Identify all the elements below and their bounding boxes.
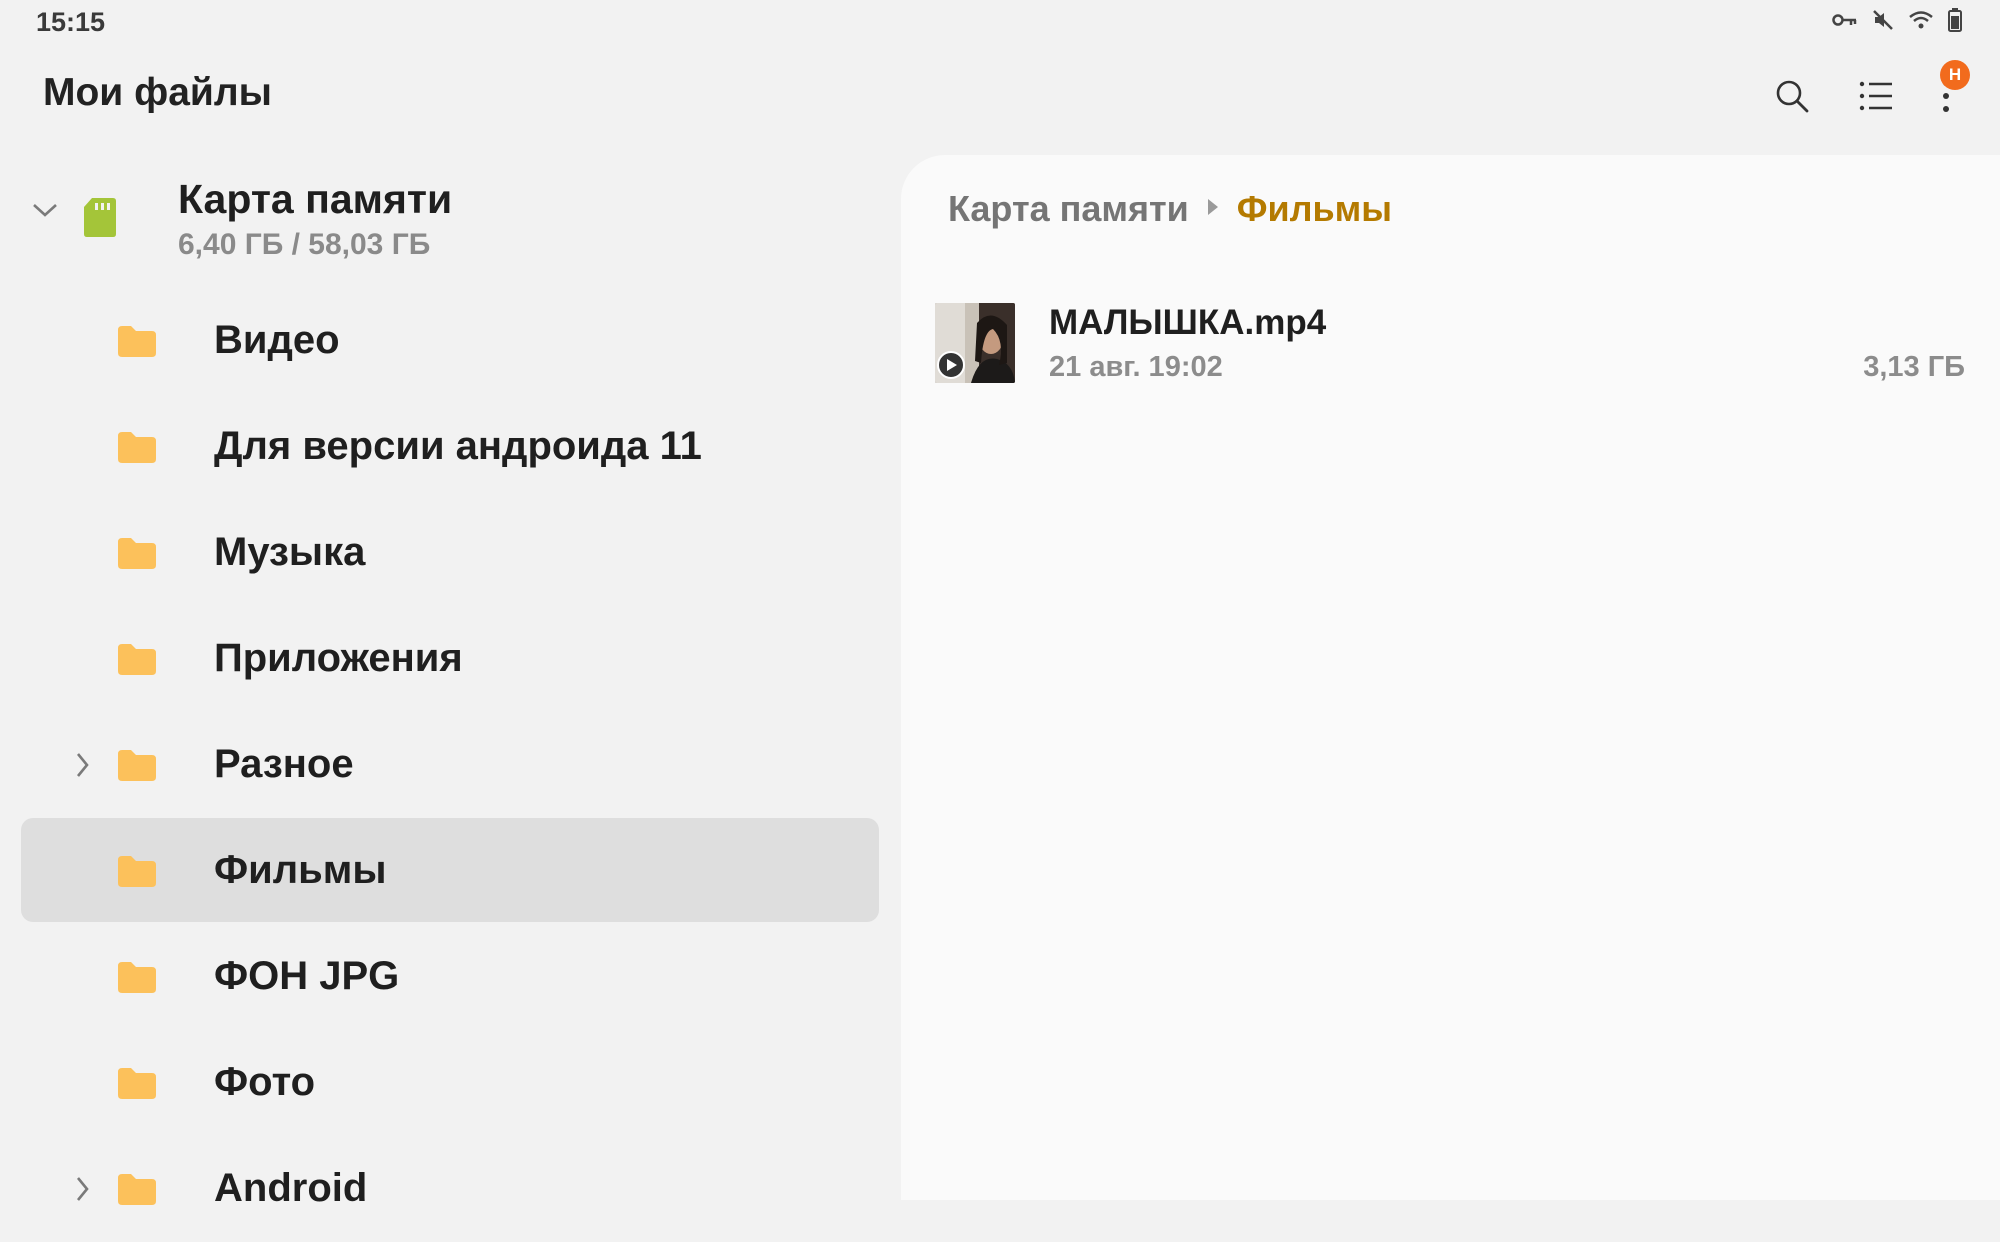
folder-item-films[interactable]: Фильмы [0,818,900,924]
breadcrumb-item-storage[interactable]: Карта памяти [948,188,1189,230]
folder-list: Видео Для версии андроида 11 Музыка Прил… [0,288,900,1242]
folder-item-android[interactable]: Android [0,1136,900,1242]
storage-usage: 6,40 ГБ / 58,03 ГБ [178,228,431,261]
breadcrumb-arrow-icon [1205,197,1221,222]
app-title: Мои файлы [43,71,272,114]
play-icon [937,351,965,383]
breadcrumb-item-films[interactable]: Фильмы [1237,188,1392,230]
folder-label: Фото [214,1060,316,1104]
file-size: 3,13 ГБ [1863,351,1965,383]
mute-icon [1872,9,1894,31]
battery-icon [1948,8,1962,32]
storage-header[interactable]: Карта памяти 6,40 ГБ / 58,03 ГБ [0,156,900,286]
app-bar: Мои файлы [0,56,2000,156]
folder-item-music[interactable]: Музыка [0,500,900,606]
folder-item-background-jpg[interactable]: ФОН JPG [0,924,900,1030]
list-view-button[interactable] [1844,66,1908,130]
folder-icon [116,430,158,469]
folder-icon [116,536,158,575]
sd-card-icon [82,196,118,243]
folder-label: Android [214,1166,368,1210]
system-icons [1832,8,1962,32]
folder-label: Приложения [214,636,463,680]
file-date: 21 авг. 19:02 [1049,351,1223,383]
search-icon [1775,79,1809,118]
chevron-right-icon[interactable] [72,750,92,785]
folder-label: Фильмы [214,848,387,892]
folder-item-apps[interactable]: Приложения [0,606,900,712]
status-bar: 15:15 [0,0,2000,44]
breadcrumb: Карта памяти Фильмы [948,188,1392,230]
folder-icon [116,854,158,893]
folder-tree-pane: Карта памяти 6,40 ГБ / 58,03 ГБ Видео Дл… [0,156,900,1210]
chevron-down-icon[interactable] [30,200,60,225]
wifi-icon [1908,9,1934,31]
folder-icon [116,748,158,787]
notification-badge: Н [1940,60,1970,90]
chevron-right-icon[interactable] [72,1174,92,1209]
folder-label: Музыка [214,530,366,574]
folder-icon [116,324,158,363]
folder-icon [116,1172,158,1211]
content-pane: Карта памяти Фильмы МАЛЫШКА.mp4 21 авг. … [901,155,2000,1200]
folder-item-photo[interactable]: Фото [0,1030,900,1136]
folder-label: ФОН JPG [214,954,400,998]
folder-item-android11[interactable]: Для версии андроида 11 [0,394,900,500]
folder-label: Для версии андроида 11 [214,424,702,468]
folder-icon [116,1066,158,1105]
storage-name: Карта памяти [178,176,453,222]
status-time: 15:15 [36,7,106,37]
list-view-icon [1859,81,1893,116]
folder-item-video[interactable]: Видео [0,288,900,394]
vpn-key-icon [1832,11,1858,29]
folder-item-misc[interactable]: Разное [0,712,900,818]
folder-icon [116,642,158,681]
video-thumbnail [935,303,1015,383]
folder-icon [116,960,158,999]
folder-label: Видео [214,318,340,362]
search-button[interactable] [1760,66,1824,130]
folder-label: Разное [214,742,354,786]
file-item[interactable]: МАЛЫШКА.mp4 21 авг. 19:02 3,13 ГБ [935,303,1965,393]
file-name: МАЛЫШКА.mp4 [1049,303,1327,342]
